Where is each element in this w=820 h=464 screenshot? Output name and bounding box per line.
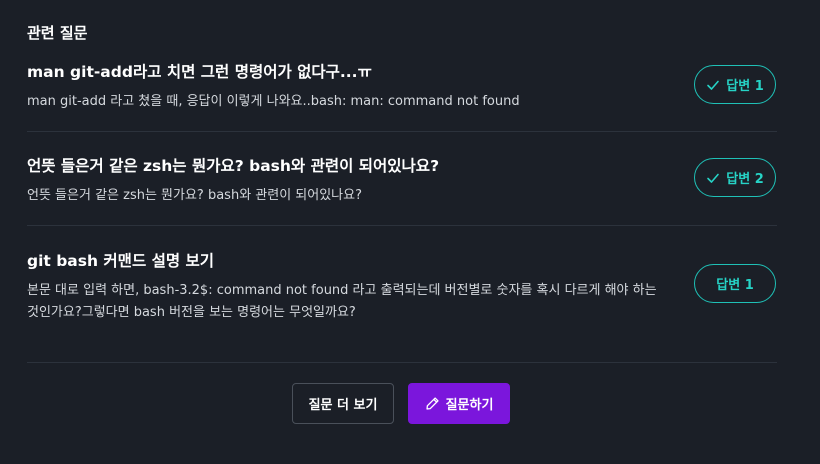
question-title[interactable]: man git-add라고 치면 그런 명령어가 없다구...ㅠ [27, 62, 372, 82]
question-preview: man git-add 라고 쳤을 때, 응답이 이렇게 나와요..bash: … [27, 94, 520, 109]
answer-count-button[interactable]: 답변 2 [694, 158, 776, 197]
check-icon [707, 80, 720, 90]
answer-count-label: 답변 1 [716, 278, 754, 293]
answer-count-button[interactable]: 답변 1 [694, 65, 776, 104]
more-questions-button[interactable]: 질문 더 보기 [292, 383, 394, 424]
more-questions-label: 질문 더 보기 [308, 398, 378, 413]
divider [27, 362, 777, 363]
question-preview: 언뜻 들은거 같은 zsh는 뭔가요? bash와 관련이 되어있나요? [27, 188, 362, 203]
question-item[interactable]: 언뜻 들은거 같은 zsh는 뭔가요? bash와 관련이 되어있나요? 언뜻 … [27, 156, 777, 216]
answer-count-label: 답변 1 [726, 79, 764, 94]
answer-count-label: 답변 2 [726, 172, 764, 187]
footer-actions: 질문 더 보기 질문하기 [0, 383, 820, 424]
pencil-icon [425, 397, 439, 410]
divider [27, 225, 777, 226]
question-title[interactable]: git bash 커맨드 설명 보기 [27, 251, 214, 271]
question-preview: 본문 대로 입력 하면, bash-3.2$: command not foun… [27, 283, 657, 320]
question-item[interactable]: git bash 커맨드 설명 보기 본문 대로 입력 하면, bash-3.2… [27, 251, 777, 331]
question-item[interactable]: man git-add라고 치면 그런 명령어가 없다구...ㅠ man git… [27, 62, 777, 122]
answer-count-button[interactable]: 답변 1 [694, 264, 776, 303]
check-icon [707, 173, 720, 183]
divider [27, 131, 777, 132]
ask-question-label: 질문하기 [445, 398, 494, 413]
question-title[interactable]: 언뜻 들은거 같은 zsh는 뭔가요? bash와 관련이 되어있나요? [27, 156, 439, 176]
section-title: 관련 질문 [27, 24, 88, 42]
ask-question-button[interactable]: 질문하기 [408, 383, 510, 424]
